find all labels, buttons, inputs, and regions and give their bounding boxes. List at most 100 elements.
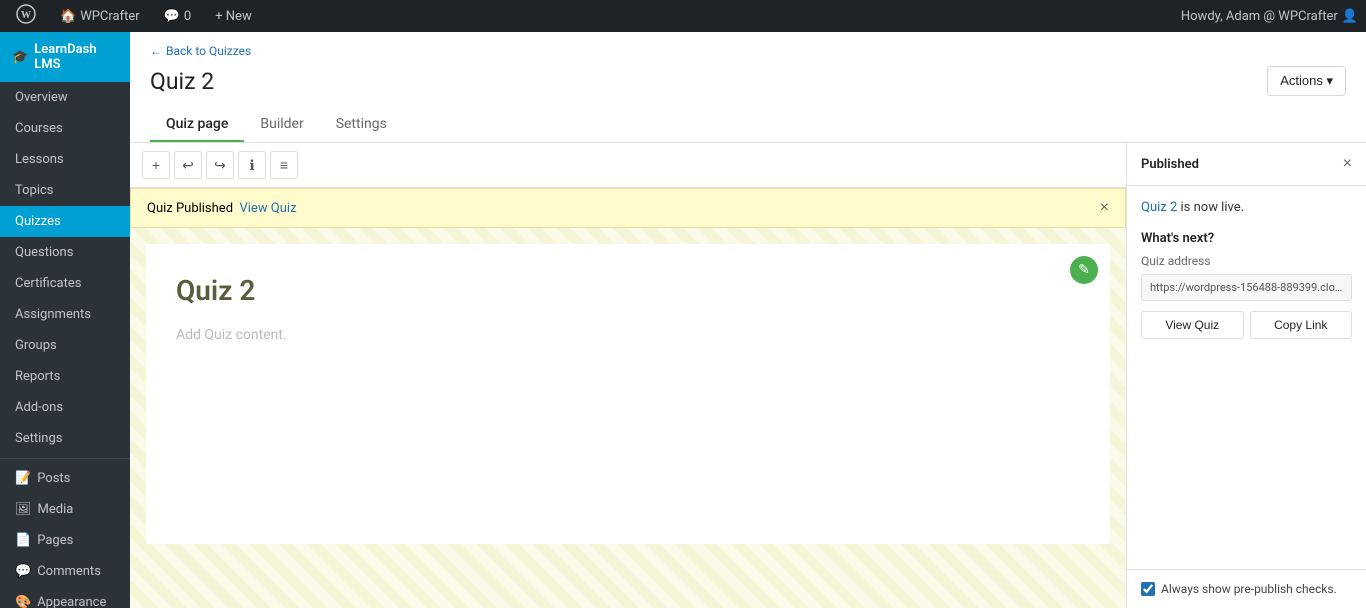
redo-button[interactable]: ↪	[206, 151, 234, 179]
media-icon: 🖼	[15, 502, 32, 517]
sidebar-label-overview: Overview	[15, 90, 68, 105]
edit-quiz-button[interactable]: ✎	[1070, 256, 1098, 284]
site-name-item[interactable]: 🏠 WPCrafter	[52, 0, 148, 32]
published-panel: Published × Quiz 2 is now live. What's n…	[1126, 143, 1366, 608]
sidebar-item-certificates[interactable]: Certificates	[0, 268, 130, 299]
page-title: Quiz 2	[150, 68, 214, 95]
view-quiz-button[interactable]: View Quiz	[1141, 311, 1244, 339]
sidebar-label-comments: Comments	[37, 564, 101, 579]
sidebar-brand: 🎓 LearnDash LMS	[0, 32, 130, 82]
whats-next-heading: What's next?	[1141, 231, 1352, 246]
published-panel-close-button[interactable]: ×	[1343, 155, 1352, 173]
undo-icon: ↩	[182, 157, 194, 174]
posts-icon: 📝	[15, 471, 31, 486]
quiz-canvas: Quiz 2 Add Quiz content. ✎	[146, 244, 1110, 544]
quiz-live-link[interactable]: Quiz 2	[1141, 200, 1177, 215]
admin-bar-left: W 🏠 WPCrafter 💬 0 + New	[8, 0, 260, 32]
admin-bar-right: Howdy, Adam @ WPCrafter 👤	[1181, 9, 1358, 24]
house-icon: 🏠	[60, 9, 76, 24]
quiz-address-label: Quiz address	[1141, 254, 1352, 268]
always-show-label: Always show pre-publish checks.	[1161, 582, 1337, 596]
editor-main: + ↩ ↪ ℹ ≡	[130, 143, 1126, 608]
copy-link-button[interactable]: Copy Link	[1250, 311, 1353, 339]
sidebar-item-lessons[interactable]: Lessons	[0, 144, 130, 175]
sidebar-label-addons: Add-ons	[15, 400, 63, 415]
undo-button[interactable]: ↩	[174, 151, 202, 179]
comment-count: 0	[184, 9, 191, 24]
actions-button[interactable]: Actions ▾	[1267, 66, 1346, 96]
sidebar-item-assignments[interactable]: Assignments	[0, 299, 130, 330]
quiz-canvas-wrap[interactable]: Quiz 2 Add Quiz content. ✎	[130, 228, 1126, 608]
back-arrow-icon: ←	[150, 44, 162, 58]
sidebar-label-topics: Topics	[15, 183, 54, 198]
user-greeting: Howdy, Adam @ WPCrafter	[1181, 9, 1338, 24]
add-icon: +	[152, 157, 160, 173]
list-view-button[interactable]: ≡	[270, 151, 298, 179]
notification-static-text: Quiz Published	[147, 201, 233, 216]
notification-text: Quiz Published View Quiz	[147, 201, 297, 216]
pages-icon: 📄	[15, 533, 31, 548]
sidebar-item-posts[interactable]: 📝 Posts	[0, 463, 130, 494]
always-show-checkbox[interactable]	[1141, 582, 1155, 596]
actions-label: Actions ▾	[1280, 73, 1333, 89]
learndash-icon: 🎓	[12, 50, 28, 65]
panel-buttons: View Quiz Copy Link	[1141, 311, 1352, 339]
sidebar-item-addons[interactable]: Add-ons	[0, 392, 130, 423]
content-area: ← Back to Quizzes Quiz 2 Actions ▾ Quiz …	[130, 32, 1366, 608]
sidebar-item-overview[interactable]: Overview	[0, 82, 130, 113]
published-panel-footer: Always show pre-publish checks.	[1127, 569, 1366, 608]
tab-quiz-page[interactable]: Quiz page	[150, 108, 244, 142]
view-quiz-notification-link[interactable]: View Quiz	[239, 201, 296, 216]
sidebar-item-comments[interactable]: 💬 Comments	[0, 556, 130, 587]
info-icon: ℹ	[249, 157, 254, 174]
sidebar-item-courses[interactable]: Courses	[0, 113, 130, 144]
edit-icon-symbol: ✎	[1078, 262, 1090, 278]
sidebar-label-questions: Questions	[15, 245, 73, 260]
back-link[interactable]: ← Back to Quizzes	[150, 44, 251, 58]
sidebar-label-reports: Reports	[15, 369, 60, 384]
sidebar-item-groups[interactable]: Groups	[0, 330, 130, 361]
quiz-address-field[interactable]: https://wordpress-156488-889399.clo...	[1141, 274, 1352, 301]
sidebar-label-assignments: Assignments	[15, 307, 91, 322]
tab-builder-label: Builder	[260, 116, 303, 132]
sidebar-label-groups: Groups	[15, 338, 57, 353]
add-block-button[interactable]: +	[142, 151, 170, 179]
comment-icon: 💬	[164, 9, 180, 24]
main-layout: 🎓 LearnDash LMS Overview Courses Lessons…	[0, 32, 1366, 608]
sidebar-label-lessons: Lessons	[15, 152, 64, 167]
tab-quiz-page-label: Quiz page	[166, 116, 228, 132]
sidebar-item-settings-ld[interactable]: Settings	[0, 423, 130, 454]
redo-icon: ↪	[214, 157, 226, 174]
sidebar-item-pages[interactable]: 📄 Pages	[0, 525, 130, 556]
site-name-label: WPCrafter	[80, 9, 140, 24]
published-panel-body: Quiz 2 is now live. What's next? Quiz ad…	[1127, 186, 1366, 569]
sidebar-item-topics[interactable]: Topics	[0, 175, 130, 206]
tab-builder[interactable]: Builder	[244, 108, 319, 142]
sidebar-label-settings-ld: Settings	[15, 431, 62, 446]
sidebar-item-quizzes[interactable]: Quizzes	[0, 206, 130, 237]
comments-item[interactable]: 💬 0	[156, 0, 200, 32]
notification-banner: Quiz Published View Quiz ×	[130, 188, 1126, 228]
sidebar-label-quizzes: Quizzes	[15, 214, 61, 229]
tabs-nav: Quiz page Builder Settings	[150, 108, 1346, 142]
sidebar-item-media[interactable]: 🖼 Media	[0, 494, 130, 525]
tab-settings[interactable]: Settings	[320, 108, 403, 142]
wp-logo-icon: W	[16, 4, 36, 28]
new-item[interactable]: + New	[207, 0, 260, 32]
published-panel-header: Published ×	[1127, 143, 1366, 186]
sidebar-item-questions[interactable]: Questions	[0, 237, 130, 268]
editor-wrap: + ↩ ↪ ℹ ≡	[130, 143, 1366, 608]
svg-text:W: W	[21, 10, 31, 21]
tab-settings-label: Settings	[336, 116, 387, 132]
wp-logo-item[interactable]: W	[8, 0, 44, 32]
sidebar-label-posts: Posts	[37, 471, 70, 486]
info-button[interactable]: ℹ	[238, 151, 266, 179]
sidebar-item-reports[interactable]: Reports	[0, 361, 130, 392]
user-avatar-icon: 👤	[1342, 9, 1358, 24]
sidebar-item-appearance[interactable]: 🎨 Appearance	[0, 587, 130, 608]
brand-label: LearnDash LMS	[34, 42, 118, 72]
back-link-text: Back to Quizzes	[166, 44, 251, 58]
notification-close-button[interactable]: ×	[1100, 199, 1109, 217]
quiz-canvas-placeholder[interactable]: Add Quiz content.	[176, 327, 1080, 343]
new-label: + New	[215, 9, 252, 24]
